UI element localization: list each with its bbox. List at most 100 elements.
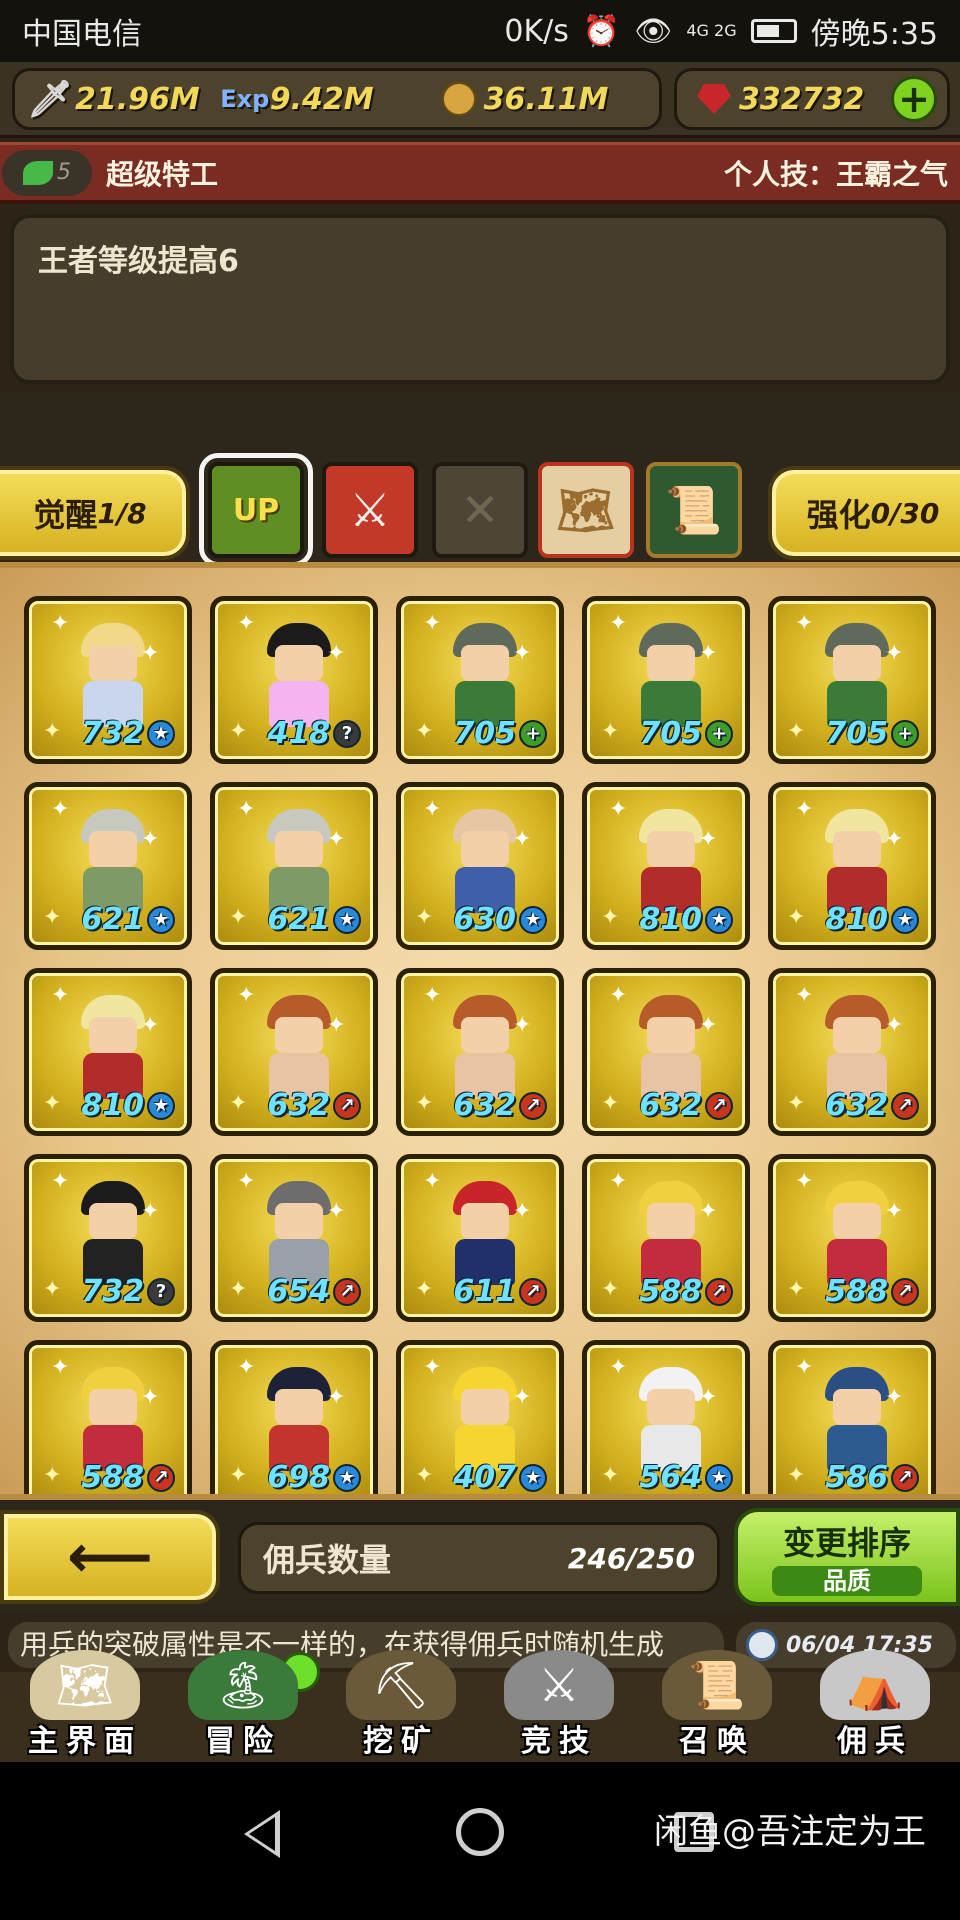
android-nav-bar: 闲鱼@吾注定为王	[0, 1762, 960, 1920]
power-value: 810	[825, 902, 888, 937]
mercenary-portrait	[817, 1367, 897, 1475]
mercenary-portrait	[445, 995, 525, 1103]
tab-equipment[interactable]: ⚔	[322, 462, 418, 558]
mercenary-portrait	[631, 623, 711, 731]
sparkle-icon: ✦	[43, 1091, 62, 1116]
change-sort-button[interactable]: 变更排序 品质	[734, 1508, 960, 1606]
sparkle-icon: ✦	[699, 641, 718, 666]
scroll-icon: 📜	[665, 482, 723, 537]
home-icon[interactable]	[456, 1808, 504, 1856]
mercenary-card[interactable]: ✦ ✦ ✦ 632 ↗	[396, 968, 564, 1136]
back-icon[interactable]	[244, 1810, 280, 1858]
attack-value: 21.96M	[75, 81, 200, 117]
battery-icon	[750, 19, 797, 43]
mercenary-portrait	[445, 1181, 525, 1289]
sparkle-icon: ✦	[415, 905, 434, 930]
nav-item-5[interactable]: 📜 召唤	[642, 1650, 792, 1762]
mercenary-card[interactable]: ✦ ✦ ✦ 632 ↗	[210, 968, 378, 1136]
mercenary-card[interactable]: ✦ ✦ ✦ 705 +	[396, 596, 564, 764]
power-value: 418	[267, 716, 330, 751]
mercenary-card[interactable]: ✦ ✦ ✦ 588 ↗	[24, 1340, 192, 1494]
sparkle-icon: ✦	[415, 1463, 434, 1488]
nav-label: 召唤	[679, 1724, 755, 1759]
nav-item-3[interactable]: ⛏ 挖矿	[326, 1650, 476, 1762]
mercenary-card[interactable]: ✦ ✦ ✦ 810 ★	[768, 782, 936, 950]
q-type-icon: ?	[333, 719, 361, 748]
mercenary-card[interactable]: ✦ ✦ ✦ 810 ★	[582, 782, 750, 950]
mercenary-card[interactable]: ✦ ✦ ✦ 810 ★	[24, 968, 192, 1136]
nav-item-4[interactable]: ⚔ 竞技	[484, 1650, 634, 1762]
mercenary-card[interactable]: ✦ ✦ ✦ 705 +	[768, 596, 936, 764]
mercenary-card[interactable]: ✦ ✦ ✦ 588 ↗	[768, 1154, 936, 1322]
sparkle-icon: ✦	[51, 1355, 70, 1380]
power-value: 611	[453, 1274, 516, 1309]
mercenary-card[interactable]: ✦ ✦ ✦ 407 ★	[396, 1340, 564, 1494]
back-button[interactable]: ⟵	[0, 1510, 220, 1604]
power-value: 564	[639, 1460, 702, 1495]
tab-treasure-map[interactable]: 🗺	[538, 462, 634, 558]
add-gems-button[interactable]: +	[891, 76, 937, 122]
mercenary-card[interactable]: ✦ ✦ ✦ 698 ★	[210, 1340, 378, 1494]
sparkle-icon: ✦	[885, 641, 904, 666]
mercenary-card[interactable]: ✦ ✦ ✦ 621 ★	[24, 782, 192, 950]
coin-icon	[441, 82, 476, 116]
mercenary-card[interactable]: ✦ ✦ ✦ 632 ↗	[768, 968, 936, 1136]
mercenary-portrait	[631, 1367, 711, 1475]
bottom-action-bar: ⟵ 佣兵数量 246/250 变更排序 品质	[0, 1502, 960, 1612]
back-arrow-icon: ⟵	[66, 1522, 153, 1592]
island-icon: 🏝	[188, 1650, 298, 1720]
tab-crown-up[interactable]: UP	[199, 453, 313, 567]
mercenary-power: 705 +	[825, 716, 919, 751]
sparkle-icon: ✦	[513, 1013, 532, 1038]
hero-skill: 个人技：王霸之气	[723, 157, 948, 191]
crossed-swords-icon: ⚔	[504, 1650, 614, 1720]
mercenary-card[interactable]: ✦ ✦ ✦ 732?	[24, 1154, 192, 1322]
resource-bar: 🗡 21.96M Exp 9.42M 36.11M 332732 +	[0, 62, 960, 138]
gold-resource: 36.11M	[440, 80, 608, 118]
sparkle-icon: ✦	[601, 1091, 620, 1116]
sparkle-icon: ✦	[513, 1199, 532, 1224]
mercenary-portrait	[73, 1181, 153, 1289]
mercenary-card[interactable]: ✦ ✦ ✦ 705 +	[582, 596, 750, 764]
sparkle-icon: ✦	[609, 983, 628, 1008]
nav-item-2[interactable]: 🏝 冒险	[168, 1650, 318, 1762]
sparkle-icon: ✦	[609, 1355, 628, 1380]
enhance-button[interactable]: 强化 0/30	[768, 466, 960, 560]
mercenary-card[interactable]: ✦ ✦ ✦ 621 ★	[210, 782, 378, 950]
sparkle-icon: ✦	[601, 1277, 620, 1302]
sparkle-icon: ✦	[795, 797, 814, 822]
tab-locked[interactable]: ✕	[432, 462, 528, 558]
map-icon: 🗺	[556, 482, 616, 537]
power-value: 632	[825, 1088, 888, 1123]
mercenary-portrait	[259, 809, 339, 917]
nav-item-1[interactable]: 🗺 主界面	[10, 1650, 160, 1762]
sparkle-icon: ✦	[43, 905, 62, 930]
awaken-button[interactable]: 觉醒 1/8	[0, 466, 190, 560]
mercenary-portrait	[631, 995, 711, 1103]
mercenary-card[interactable]: ✦ ✦ ✦ 654 ↗	[210, 1154, 378, 1322]
nav-item-6[interactable]: ⛺ 佣兵	[800, 1650, 950, 1762]
crown-up-icon: UP	[232, 492, 280, 528]
mercenary-card[interactable]: ✦ ✦ ✦ 564 ★	[582, 1340, 750, 1495]
mercenary-portrait	[259, 995, 339, 1103]
mercenary-power: 632 ↗	[639, 1088, 733, 1123]
mercenary-card[interactable]: ✦ ✦ ✦ 630 ★	[396, 782, 564, 950]
plus-type-icon: +	[519, 719, 547, 748]
sparkle-icon: ✦	[141, 827, 160, 852]
power-value: 621	[267, 902, 330, 937]
nav-label: 主界面	[28, 1724, 142, 1759]
mercenary-card[interactable]: ✦ ✦ ✦ 418?	[210, 596, 378, 764]
mercenary-card[interactable]: ✦ ✦ ✦ 586 ↗	[768, 1340, 936, 1494]
sparkle-icon: ✦	[885, 1013, 904, 1038]
mercenary-power: 632 ↗	[267, 1088, 361, 1123]
mercenary-card[interactable]: ✦ ✦ ✦ 732 ★	[24, 596, 192, 764]
sparkle-icon: ✦	[141, 1385, 160, 1410]
power-value: 632	[639, 1088, 702, 1123]
mercenary-power: 810 ★	[81, 1088, 175, 1123]
tab-scrolls[interactable]: 📜	[646, 462, 742, 558]
mercenary-card[interactable]: ✦ ✦ ✦ 632 ↗	[582, 968, 750, 1136]
plus-type-icon: +	[705, 719, 733, 748]
mercenary-card[interactable]: ✦ ✦ ✦ 588 ↗	[582, 1154, 750, 1322]
mercenary-card[interactable]: ✦ ✦ ✦ 611 ↗	[396, 1154, 564, 1322]
sparkle-icon: ✦	[795, 611, 814, 636]
